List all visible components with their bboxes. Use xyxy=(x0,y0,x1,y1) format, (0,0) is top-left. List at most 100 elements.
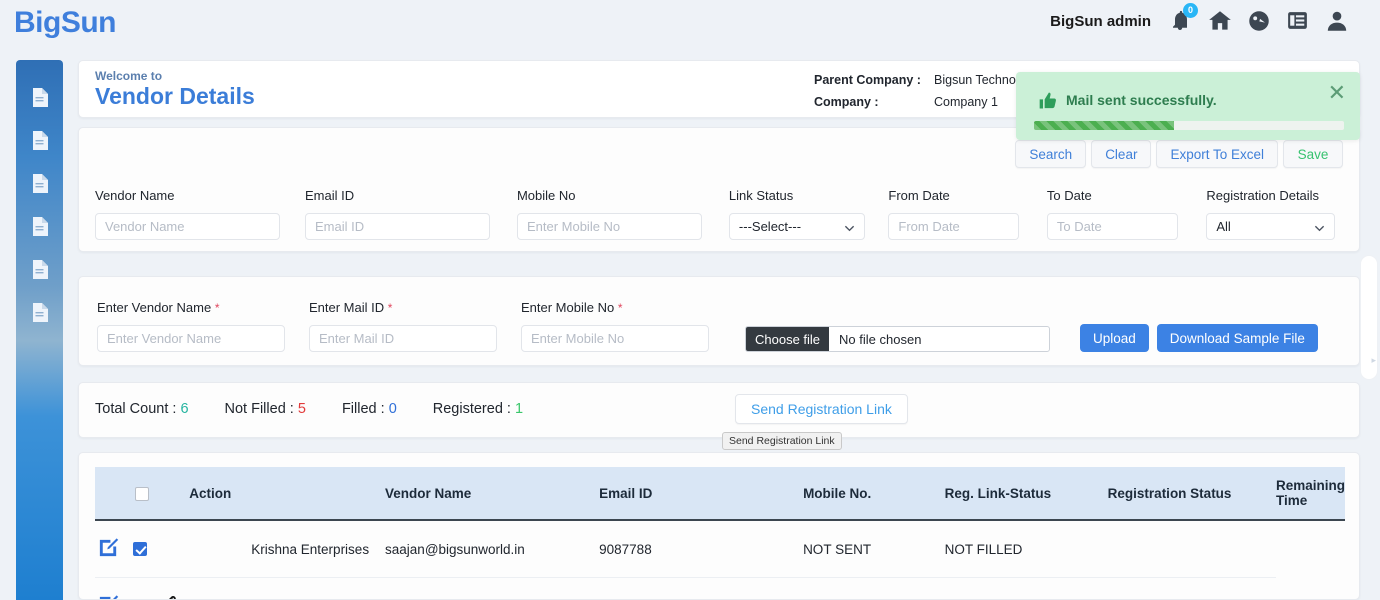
bell-icon[interactable]: 0 xyxy=(1168,3,1198,34)
vendor-name-input[interactable] xyxy=(95,213,280,240)
column-remaining-time: Remaining Time xyxy=(1275,467,1345,521)
vendor-entry-card: Enter Vendor Name * Enter Mail ID * Ente… xyxy=(78,276,1360,366)
table-row[interactable]: Krishna Enterprises saajan@bigsunworld.i… xyxy=(95,520,1345,578)
from-date-label: From Date xyxy=(888,188,950,203)
filter-to-date: To Date xyxy=(1046,188,1206,240)
choose-file-button[interactable]: Choose file xyxy=(746,327,830,351)
edit-icon[interactable] xyxy=(97,593,120,599)
sidebar-item-6[interactable] xyxy=(16,293,63,336)
row-email: saajan@bigsunworld.in xyxy=(385,520,600,578)
entry-mobile-no: Enter Mobile No * xyxy=(521,300,736,352)
header-actions: BigSun admin 0 xyxy=(1050,3,1350,34)
file-picker[interactable]: Choose file No file chosen xyxy=(745,326,1050,352)
admin-username: BigSun admin xyxy=(1050,12,1151,30)
clear-button[interactable]: Clear xyxy=(1091,140,1152,168)
select-all-header xyxy=(95,467,190,521)
export-to-excel-button[interactable]: Export To Excel xyxy=(1156,140,1278,168)
app-logo[interactable]: BigSun xyxy=(14,6,117,40)
filter-link-status: Link Status ---Select--- xyxy=(728,188,888,240)
entry-vendor-name: Enter Vendor Name * xyxy=(97,300,309,352)
toast-message: Mail sent successfully. xyxy=(1066,92,1217,108)
sidebar-item-4[interactable] xyxy=(16,207,63,250)
sidebar-item-3[interactable] xyxy=(16,164,63,207)
enter-vendor-name-label: Enter Vendor Name xyxy=(97,300,212,315)
edit-icon[interactable] xyxy=(97,536,120,562)
not-filled-value: 5 xyxy=(297,401,306,417)
row-mobile: 8899389222 xyxy=(599,577,804,599)
filled-label: Filled : xyxy=(341,401,389,417)
filled-value: 0 xyxy=(388,401,397,417)
to-date-input[interactable] xyxy=(1046,213,1178,240)
sidebar-item-2[interactable] xyxy=(16,121,63,164)
parent-company-label: Parent Company : xyxy=(814,73,921,87)
search-button[interactable]: Search xyxy=(1015,140,1087,168)
user-icon[interactable] xyxy=(1324,8,1350,34)
registration-details-value: All xyxy=(1216,219,1231,234)
report-icon[interactable] xyxy=(1285,8,1311,34)
registered-label: Registered : xyxy=(432,401,515,417)
row-vendor-name: Rama Pvt Ltd xyxy=(189,577,386,599)
vendor-name-label: Vendor Name xyxy=(95,188,175,203)
document-icon xyxy=(31,173,48,198)
email-id-input[interactable] xyxy=(304,213,490,240)
search-filter-card: Search Clear Export To Excel Save Vendor… xyxy=(78,127,1360,252)
link-status-value: ---Select--- xyxy=(738,219,802,234)
home-icon[interactable] xyxy=(1207,8,1233,34)
select-all-checkbox[interactable] xyxy=(135,486,150,501)
company-label: Company : xyxy=(814,95,879,109)
sidebar-item-5[interactable] xyxy=(16,250,63,293)
chevron-down-icon xyxy=(844,222,855,237)
row-action-cell xyxy=(95,520,190,578)
thumbs-up-icon xyxy=(1038,91,1058,116)
toast-progress-track xyxy=(1034,121,1344,130)
document-icon xyxy=(31,259,48,284)
send-registration-link-button[interactable]: Send Registration Link xyxy=(735,394,908,424)
filter-email-id: Email ID xyxy=(304,188,517,240)
from-date-input[interactable] xyxy=(888,213,1020,240)
column-registration-status: Registration Status xyxy=(1107,467,1276,521)
registration-details-select[interactable]: All xyxy=(1206,213,1336,240)
upload-button[interactable]: Upload xyxy=(1080,324,1149,352)
not-filled-label: Not Filled : xyxy=(224,401,298,417)
filter-row: Vendor Name Email ID Mobile No Link Stat… xyxy=(95,188,1345,240)
filter-vendor-name: Vendor Name xyxy=(95,188,305,240)
row-link-status: SENT xyxy=(803,577,945,599)
right-panel-handle-icon[interactable]: ▸ xyxy=(1371,355,1376,366)
not-filled-count: Not Filled : 5 xyxy=(225,401,306,417)
required-asterisk: * xyxy=(387,301,393,315)
toolbar-buttons: Search Clear Export To Excel Save xyxy=(1015,140,1343,168)
upload-actions: Upload Download Sample File xyxy=(1080,324,1318,352)
sidebar xyxy=(16,60,63,600)
enter-vendor-name-input[interactable] xyxy=(97,325,285,352)
table-row[interactable]: Rama Pvt Ltd rama@mailinator.com 8899389… xyxy=(95,577,1345,599)
dashboard-icon[interactable] xyxy=(1246,8,1272,34)
table-header-row: Action Vendor Name Email ID Mobile No. R… xyxy=(95,467,1345,521)
row-select-checkbox[interactable] xyxy=(133,542,147,556)
link-status-select[interactable]: ---Select--- xyxy=(728,213,865,240)
attachment-icon[interactable] xyxy=(160,595,180,599)
row-vendor-name: Krishna Enterprises xyxy=(189,520,386,578)
welcome-subtitle: Welcome to xyxy=(95,69,163,83)
filter-mobile-no: Mobile No xyxy=(516,188,729,240)
mobile-no-input[interactable] xyxy=(516,213,702,240)
column-reg-link-status: Reg. Link-Status xyxy=(944,467,1108,521)
registration-details-label: Registration Details xyxy=(1206,188,1320,203)
enter-mail-id-label: Enter Mail ID xyxy=(309,300,385,315)
required-asterisk: * xyxy=(214,301,220,315)
column-mobile-no: Mobile No. xyxy=(803,467,945,521)
mobile-no-label: Mobile No xyxy=(516,188,576,203)
row-action-cell xyxy=(95,577,190,599)
sidebar-item-1[interactable] xyxy=(16,78,63,121)
row-link-status: NOT SENT xyxy=(803,520,945,578)
required-asterisk: * xyxy=(617,301,623,315)
save-button[interactable]: Save xyxy=(1283,140,1343,168)
column-email-id: Email ID xyxy=(599,467,804,521)
enter-mail-id-input[interactable] xyxy=(309,325,497,352)
to-date-label: To Date xyxy=(1046,188,1092,203)
total-count-value: 6 xyxy=(180,401,189,417)
filter-from-date: From Date xyxy=(888,188,1046,240)
enter-mobile-no-input[interactable] xyxy=(521,325,709,352)
download-sample-file-button[interactable]: Download Sample File xyxy=(1156,324,1318,352)
notification-badge: 0 xyxy=(1183,3,1198,18)
close-icon[interactable]: ✕ xyxy=(1328,82,1346,104)
